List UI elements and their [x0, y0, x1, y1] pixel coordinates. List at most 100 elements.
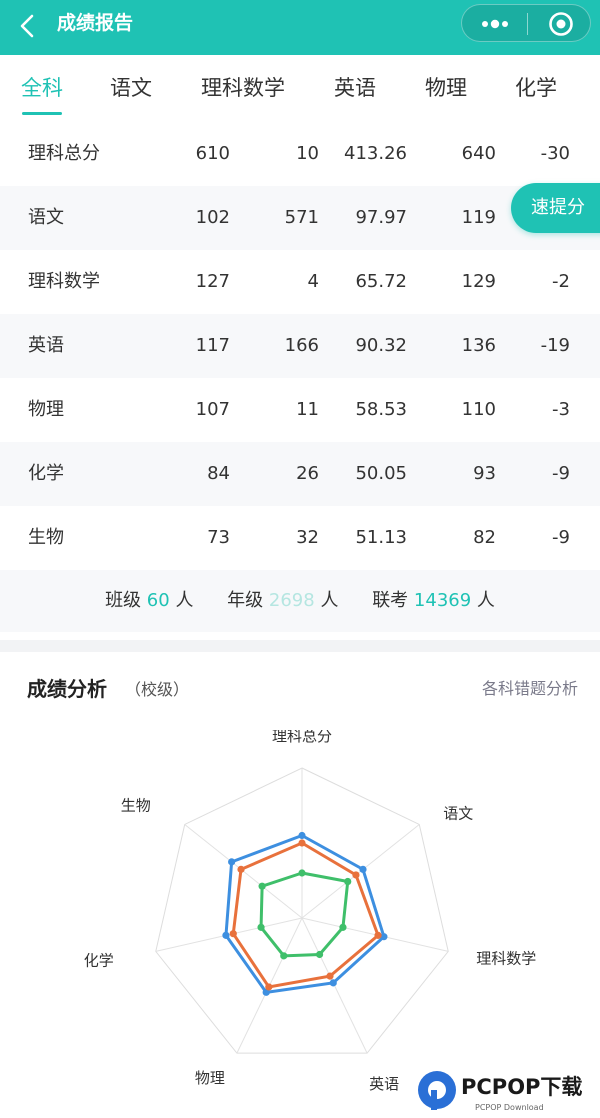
radar-data-point [228, 858, 236, 866]
analysis-scope: （校级） [125, 680, 190, 699]
radar-data-point [315, 950, 324, 959]
watermark-subtitle: PCPOP Download [475, 1103, 544, 1112]
diff-cell: -2 [552, 271, 570, 292]
quick-improve-button[interactable]: 速提分 [511, 183, 600, 233]
subject-cell: 物理 [28, 399, 64, 420]
radar-data-point [298, 839, 306, 847]
radar-data-point [237, 865, 245, 873]
average-cell: 51.13 [355, 527, 407, 548]
radar-axis-label: 物理 [195, 1069, 225, 1087]
joint-exam-count: 14369 [413, 590, 472, 611]
section-divider [0, 640, 600, 652]
class-count-group: 班级 60 人 [105, 590, 194, 611]
table-row[interactable]: 英语 117 166 90.32 136 -19 [0, 314, 600, 378]
wrong-questions-analysis-link[interactable]: 各科错题分析 [482, 678, 578, 700]
max-cell: 119 [461, 207, 496, 228]
score-cell: 107 [195, 399, 230, 420]
mini-program-capsule [461, 4, 591, 42]
table-row[interactable]: 语文 102 571 97.97 119 [0, 186, 600, 250]
table-row[interactable]: 理科总分 610 10 413.26 640 -30 [0, 122, 600, 186]
page-title: 成绩报告 [57, 12, 134, 34]
radar-data-point [374, 931, 382, 939]
table-row[interactable]: 化学 84 26 50.05 93 -9 [0, 442, 600, 506]
radar-data-point [258, 882, 266, 890]
radar-data-point [329, 979, 337, 987]
table-row[interactable]: 理科数学 127 4 65.72 129 -2 [0, 250, 600, 314]
subject-cell: 英语 [28, 335, 64, 356]
subject-cell: 生物 [28, 527, 64, 548]
diff-cell: -9 [552, 463, 570, 484]
active-tab-indicator [22, 112, 62, 115]
tab-english[interactable]: 英语 [334, 74, 376, 102]
class-count: 60 [146, 590, 170, 611]
rank-cell: 32 [296, 527, 319, 548]
grade-count-group: 年级 2698 人 [227, 590, 339, 611]
average-cell: 58.53 [355, 399, 407, 420]
radar-data-point [352, 871, 360, 879]
average-cell: 97.97 [355, 207, 407, 228]
joint-exam-count-group: 联考 14369 人 [372, 590, 495, 611]
diff-cell: -9 [552, 527, 570, 548]
max-cell: 110 [461, 399, 496, 420]
radar-data-point [326, 972, 334, 980]
max-cell: 640 [461, 143, 496, 164]
radar-axis-label: 化学 [84, 951, 114, 969]
average-cell: 65.72 [355, 271, 407, 292]
tab-science-math[interactable]: 理科数学 [201, 74, 285, 102]
score-cell: 73 [207, 527, 230, 548]
radar-data-point [359, 865, 367, 873]
max-cell: 93 [473, 463, 496, 484]
table-row[interactable]: 生物 73 32 51.13 82 -9 [0, 506, 600, 570]
max-cell: 136 [461, 335, 496, 356]
chevron-left-icon[interactable] [14, 12, 42, 40]
radar-data-point [344, 877, 352, 886]
radar-axis-label: 英语 [369, 1075, 399, 1093]
average-cell: 50.05 [355, 463, 407, 484]
capsule-divider [527, 13, 528, 35]
more-dots-icon[interactable] [474, 12, 516, 36]
radar-data-point [298, 831, 306, 840]
subject-cell: 化学 [28, 463, 64, 484]
radar-axis-label: 生物 [121, 796, 151, 814]
rank-cell: 10 [296, 143, 319, 164]
average-cell: 413.26 [344, 143, 407, 164]
pcpop-watermark-logo: PCPOP下载 PCPOP Download [415, 1062, 600, 1118]
target-icon[interactable] [548, 11, 574, 37]
rank-cell: 11 [296, 399, 319, 420]
diff-cell: -19 [540, 335, 570, 356]
score-cell: 117 [195, 335, 230, 356]
subject-cell: 理科数学 [28, 271, 100, 292]
rank-cell: 26 [296, 463, 319, 484]
score-table: 理科总分 610 10 413.26 640 -30 语文 102 571 97… [0, 122, 600, 570]
subject-tabs: 全科 语文 理科数学 英语 物理 化学 [0, 60, 600, 116]
watermark-brand: PCPOP下载 [461, 1075, 582, 1099]
radar-data-point [280, 952, 288, 960]
app-header: 成绩报告 [0, 0, 600, 55]
score-cell: 84 [207, 463, 230, 484]
score-cell: 610 [195, 143, 230, 164]
diff-cell: -30 [540, 143, 570, 164]
rank-cell: 166 [284, 335, 319, 356]
tab-all-subjects[interactable]: 全科 [21, 74, 63, 102]
tab-chemistry[interactable]: 化学 [515, 74, 557, 102]
table-row[interactable]: 物理 107 11 58.53 110 -3 [0, 378, 600, 442]
participant-summary: 班级 60 人 年级 2698 人 联考 14369 人 [0, 570, 600, 632]
diff-cell: -3 [552, 399, 570, 420]
radar-axis-label: 语文 [443, 804, 473, 822]
radar-data-point [339, 923, 347, 931]
average-cell: 90.32 [355, 335, 407, 356]
score-cell: 127 [195, 271, 230, 292]
radar-axis-label: 理科数学 [476, 949, 536, 967]
radar-axis-label: 理科总分 [272, 730, 332, 745]
radar-data-point [222, 931, 230, 939]
score-cell: 102 [195, 207, 230, 228]
grade-count: 2698 [268, 590, 315, 611]
radar-data-point [257, 923, 265, 931]
radar-data-point [229, 930, 237, 938]
score-radar-chart: 理科总分语文理科数学英语 物理 化学 生物 [84, 730, 537, 1093]
radar-data-point [298, 869, 306, 877]
tab-chinese[interactable]: 语文 [110, 74, 152, 102]
rank-cell: 571 [284, 207, 319, 228]
subject-cell: 理科总分 [28, 143, 100, 164]
tab-physics[interactable]: 物理 [425, 74, 467, 102]
